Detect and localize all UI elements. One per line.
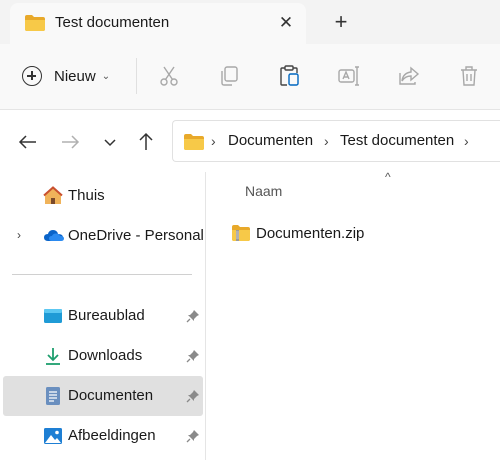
sidebar-item-label: Afbeeldingen [68,427,156,444]
sidebar-item-label: Documenten [68,387,154,404]
recent-locations-chevron-icon[interactable] [98,130,122,154]
pin-icon[interactable] [185,308,201,324]
documents-icon [43,386,63,406]
pin-icon[interactable] [185,348,201,364]
paste-icon[interactable] [277,64,301,88]
navigation-bar: › Documenten › Test documenten › [0,110,500,172]
new-tab-button[interactable]: + [330,11,352,33]
tab-title: Test documenten [55,14,170,31]
chevron-right-icon[interactable]: › [17,228,21,242]
file-list: ^ Naam Documenten.zip [207,170,500,460]
sidebar-item-afbeeldingen[interactable]: Afbeeldingen [3,416,203,456]
breadcrumb-chevron-icon[interactable]: › [324,133,329,149]
file-name: Documenten.zip [256,225,365,242]
add-circle-icon [22,66,42,86]
breadcrumb-documenten[interactable]: Documenten [228,132,313,149]
home-icon [43,186,63,206]
copy-icon[interactable] [217,64,241,88]
sidebar-item-label: OneDrive - Personal [68,227,204,244]
breadcrumb-chevron-icon[interactable]: › [464,133,469,149]
sidebar-item-label: Bureaublad [68,307,145,324]
onedrive-icon [43,226,64,246]
sidebar-divider [12,274,192,275]
sidebar-item-bureaublad[interactable]: Bureaublad [3,296,203,336]
pin-icon[interactable] [185,388,201,404]
close-icon[interactable]: ✕ [276,13,296,33]
forward-arrow-icon[interactable] [58,130,82,154]
toolbar-divider [136,58,137,94]
sort-ascending-icon: ^ [385,170,391,184]
address-bar[interactable]: › Documenten › Test documenten › [172,120,500,162]
tab-strip: Test documenten ✕ + [0,0,500,44]
pictures-icon [43,426,63,446]
new-button-label: Nieuw [54,67,96,85]
tab-test-documenten[interactable]: Test documenten ✕ [10,3,306,44]
downloads-icon [43,346,63,366]
breadcrumb-chevron-icon[interactable]: › [211,133,216,149]
sidebar-item-label: Thuis [68,187,105,204]
sidebar-item-documenten[interactable]: Documenten [3,376,203,416]
pin-icon[interactable] [185,428,201,444]
file-item-documenten-zip[interactable]: Documenten.zip [225,220,495,248]
breadcrumb-test-documenten[interactable]: Test documenten [340,132,454,149]
sidebar-item-thuis[interactable]: Thuis [3,176,203,216]
sidebar-item-downloads[interactable]: Downloads [3,336,203,376]
zip-folder-icon [231,224,251,247]
sidebar-item-label: Downloads [68,347,143,364]
desktop-icon [43,306,63,326]
folder-icon [183,132,205,157]
back-arrow-icon[interactable] [16,130,40,154]
new-button[interactable]: Nieuw ⌄ [22,61,110,91]
column-header-name[interactable]: Naam [245,183,282,199]
navigation-pane: Thuis › OneDrive - Personal Bureaublad D… [0,172,206,460]
sidebar-item-onedrive[interactable]: › OneDrive - Personal [3,216,204,256]
chevron-down-icon: ⌄ [101,70,111,82]
command-bar: Nieuw ⌄ [0,44,500,110]
delete-icon[interactable] [457,64,481,88]
rename-icon[interactable] [337,64,361,88]
share-icon[interactable] [397,64,421,88]
folder-icon [24,13,46,38]
up-arrow-icon[interactable] [134,130,158,154]
cut-icon[interactable] [157,64,181,88]
